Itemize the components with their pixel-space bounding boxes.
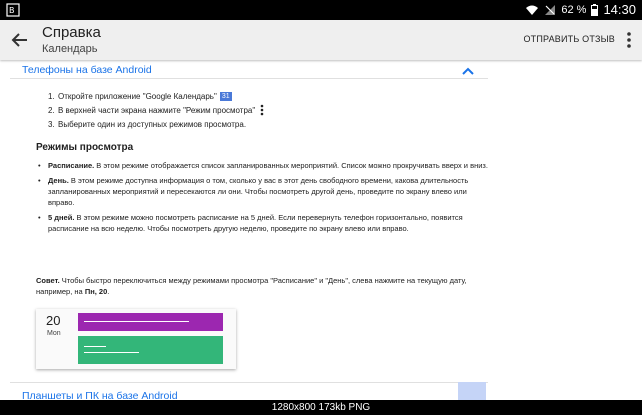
back-arrow-icon[interactable] [10, 30, 30, 50]
divider [10, 78, 488, 79]
event-block [78, 313, 223, 331]
image-caption: 1280x800 173kb PNG [0, 400, 642, 415]
divider [10, 382, 488, 383]
battery-icon [591, 3, 599, 16]
app-subtitle: Календарь [42, 43, 98, 55]
illustration-weekday: Mon [47, 330, 61, 337]
view-mode-menu-icon [260, 104, 264, 116]
mode-item-5-days: 5 дней. В этом режиме можно посмотреть р… [38, 212, 488, 234]
step-item: 1. Откройте приложение "Google Календарь… [48, 91, 232, 101]
signal-icon [545, 4, 556, 15]
section-header-android-tablets[interactable]: Планшеты и ПК на базе Android [22, 390, 178, 400]
send-feedback-button[interactable]: ОТПРАВИТЬ ОТЗЫВ [523, 34, 615, 44]
article-content: Телефоны на базе Android 1. Откройте при… [0, 61, 642, 400]
step-item: 2. В верхней части экрана нажмите "Режим… [48, 103, 265, 117]
mode-item-schedule: Расписание. В этом режиме отображается с… [38, 160, 488, 171]
battery-percent: 62 % [561, 3, 587, 16]
step-item: 3. Выберите один из доступных режимов пр… [48, 119, 247, 129]
device-frame: B 62 % 14:30 Справка Календарь ОТПРАВИТЬ… [0, 0, 642, 415]
app-title: Справка [42, 24, 101, 41]
modes-list: Расписание. В этом режиме отображается с… [38, 160, 488, 238]
more-vert-icon[interactable] [622, 31, 636, 49]
chevron-up-icon[interactable] [462, 66, 474, 76]
svg-text:B: B [9, 6, 15, 15]
status-bar: B 62 % 14:30 [0, 0, 642, 20]
step-text: Выберите один из доступных режимов просм… [58, 119, 247, 129]
notification-icon: B [6, 3, 20, 17]
section-header-android-phones[interactable]: Телефоны на базе Android [22, 64, 152, 76]
screen: B 62 % 14:30 Справка Календарь ОТПРАВИТЬ… [0, 0, 642, 400]
illustration-date: 20 [46, 313, 61, 328]
day-view-illustration: 20 Mon [36, 309, 236, 369]
wifi-icon [526, 5, 539, 15]
calendar-app-icon: 31 [219, 91, 232, 101]
selection-highlight [458, 382, 486, 400]
tip-paragraph: Совет. Чтобы быстро переключиться между … [36, 276, 467, 296]
steps-list: 1. Откройте приложение "Google Календарь… [48, 89, 265, 131]
clock: 14:30 [603, 2, 636, 17]
app-bar: Справка Календарь ОТПРАВИТЬ ОТЗЫВ [0, 20, 642, 60]
modes-heading: Режимы просмотра [36, 142, 134, 153]
mode-item-day: День. В этом режиме доступна информация … [38, 175, 488, 208]
event-block [78, 336, 223, 364]
step-text: Откройте приложение "Google Календарь" [58, 91, 217, 101]
step-text: В верхней части экрана нажмите "Режим пр… [58, 105, 256, 115]
